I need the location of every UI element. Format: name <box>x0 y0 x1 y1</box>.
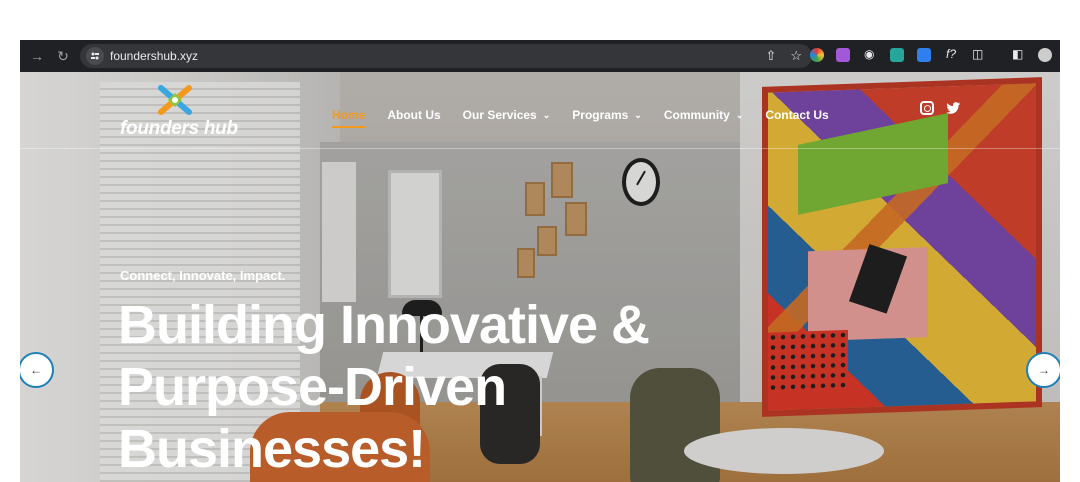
extension-download-icon[interactable] <box>917 48 931 62</box>
nav-programs-label: Programs <box>572 108 629 122</box>
header-divider <box>20 148 1060 149</box>
hero-headline-line: Purpose-Driven <box>118 357 507 417</box>
profile-avatar-icon[interactable] <box>1038 48 1052 62</box>
browser-toolbar: → ↻ foundershub.xyz ⇧ ☆ ◉ f? ◫ ◧ <box>20 40 1060 72</box>
hero-headline-line: Building Innovative & <box>118 295 650 355</box>
chevron-down-icon: ⌄ <box>634 109 642 120</box>
nav-about-us-label: About Us <box>387 108 441 122</box>
nav-our-services-label: Our Services <box>462 108 537 122</box>
nav-about-us[interactable]: About Us <box>387 108 440 122</box>
extension-function-icon[interactable]: f? <box>946 47 956 61</box>
browser-window: → ↻ foundershub.xyz ⇧ ☆ ◉ f? ◫ ◧ founder… <box>20 40 1060 482</box>
logo-text: founders hub <box>120 118 238 139</box>
chevron-down-icon: ⌄ <box>735 109 744 120</box>
hero-headline: Building Innovative & Purpose-Driven Bus… <box>118 294 738 480</box>
arrow-left-icon: ← <box>30 363 42 377</box>
reload-icon[interactable]: ↻ <box>50 43 76 69</box>
logo-mark-icon <box>158 85 192 115</box>
twitter-icon[interactable] <box>946 101 960 115</box>
site-settings-icon[interactable] <box>86 47 104 65</box>
instagram-icon[interactable] <box>920 101 934 115</box>
sidebar-icon[interactable]: ◧ <box>1012 47 1023 61</box>
main-nav: Home About Us Our Services ⌄ Programs ⌄ Co… <box>332 102 851 128</box>
nav-community-label: Community <box>663 108 730 122</box>
hero-headline-line: Businesses! <box>118 419 426 479</box>
nav-contact-us[interactable]: Contact Us <box>765 108 828 122</box>
chevron-down-icon: ⌄ <box>542 109 551 120</box>
nav-home[interactable]: Home <box>332 108 366 128</box>
extension-green-icon[interactable] <box>890 48 904 62</box>
url-text: foundershub.xyz <box>110 49 199 63</box>
share-icon[interactable]: ⇧ <box>765 48 776 64</box>
bookmark-star-icon[interactable]: ☆ <box>790 48 802 64</box>
extension-color-icon[interactable] <box>810 48 824 62</box>
address-bar[interactable]: foundershub.xyz ⇧ ☆ <box>80 44 812 68</box>
hero-tagline: Connect, Innovate, Impact. <box>120 268 286 283</box>
extension-mask-icon[interactable]: ◉ <box>864 47 874 61</box>
extensions-icon[interactable]: ◫ <box>972 47 983 61</box>
nav-our-services[interactable]: Our Services ⌄ <box>463 108 551 122</box>
nav-programs[interactable]: Programs ⌄ <box>572 108 642 122</box>
nav-community[interactable]: Community ⌄ <box>664 108 744 122</box>
arrow-right-icon: → <box>1038 363 1050 377</box>
slider-next-button[interactable]: → <box>1026 352 1060 388</box>
nav-contact-us-label: Contact Us <box>765 108 829 122</box>
extension-purple-icon[interactable] <box>836 48 850 62</box>
nav-home-label: Home <box>332 108 366 122</box>
hero-section: founders hub Home About Us Our Services ⌄… <box>20 72 1060 482</box>
back-arrow-icon[interactable]: → <box>24 43 50 69</box>
